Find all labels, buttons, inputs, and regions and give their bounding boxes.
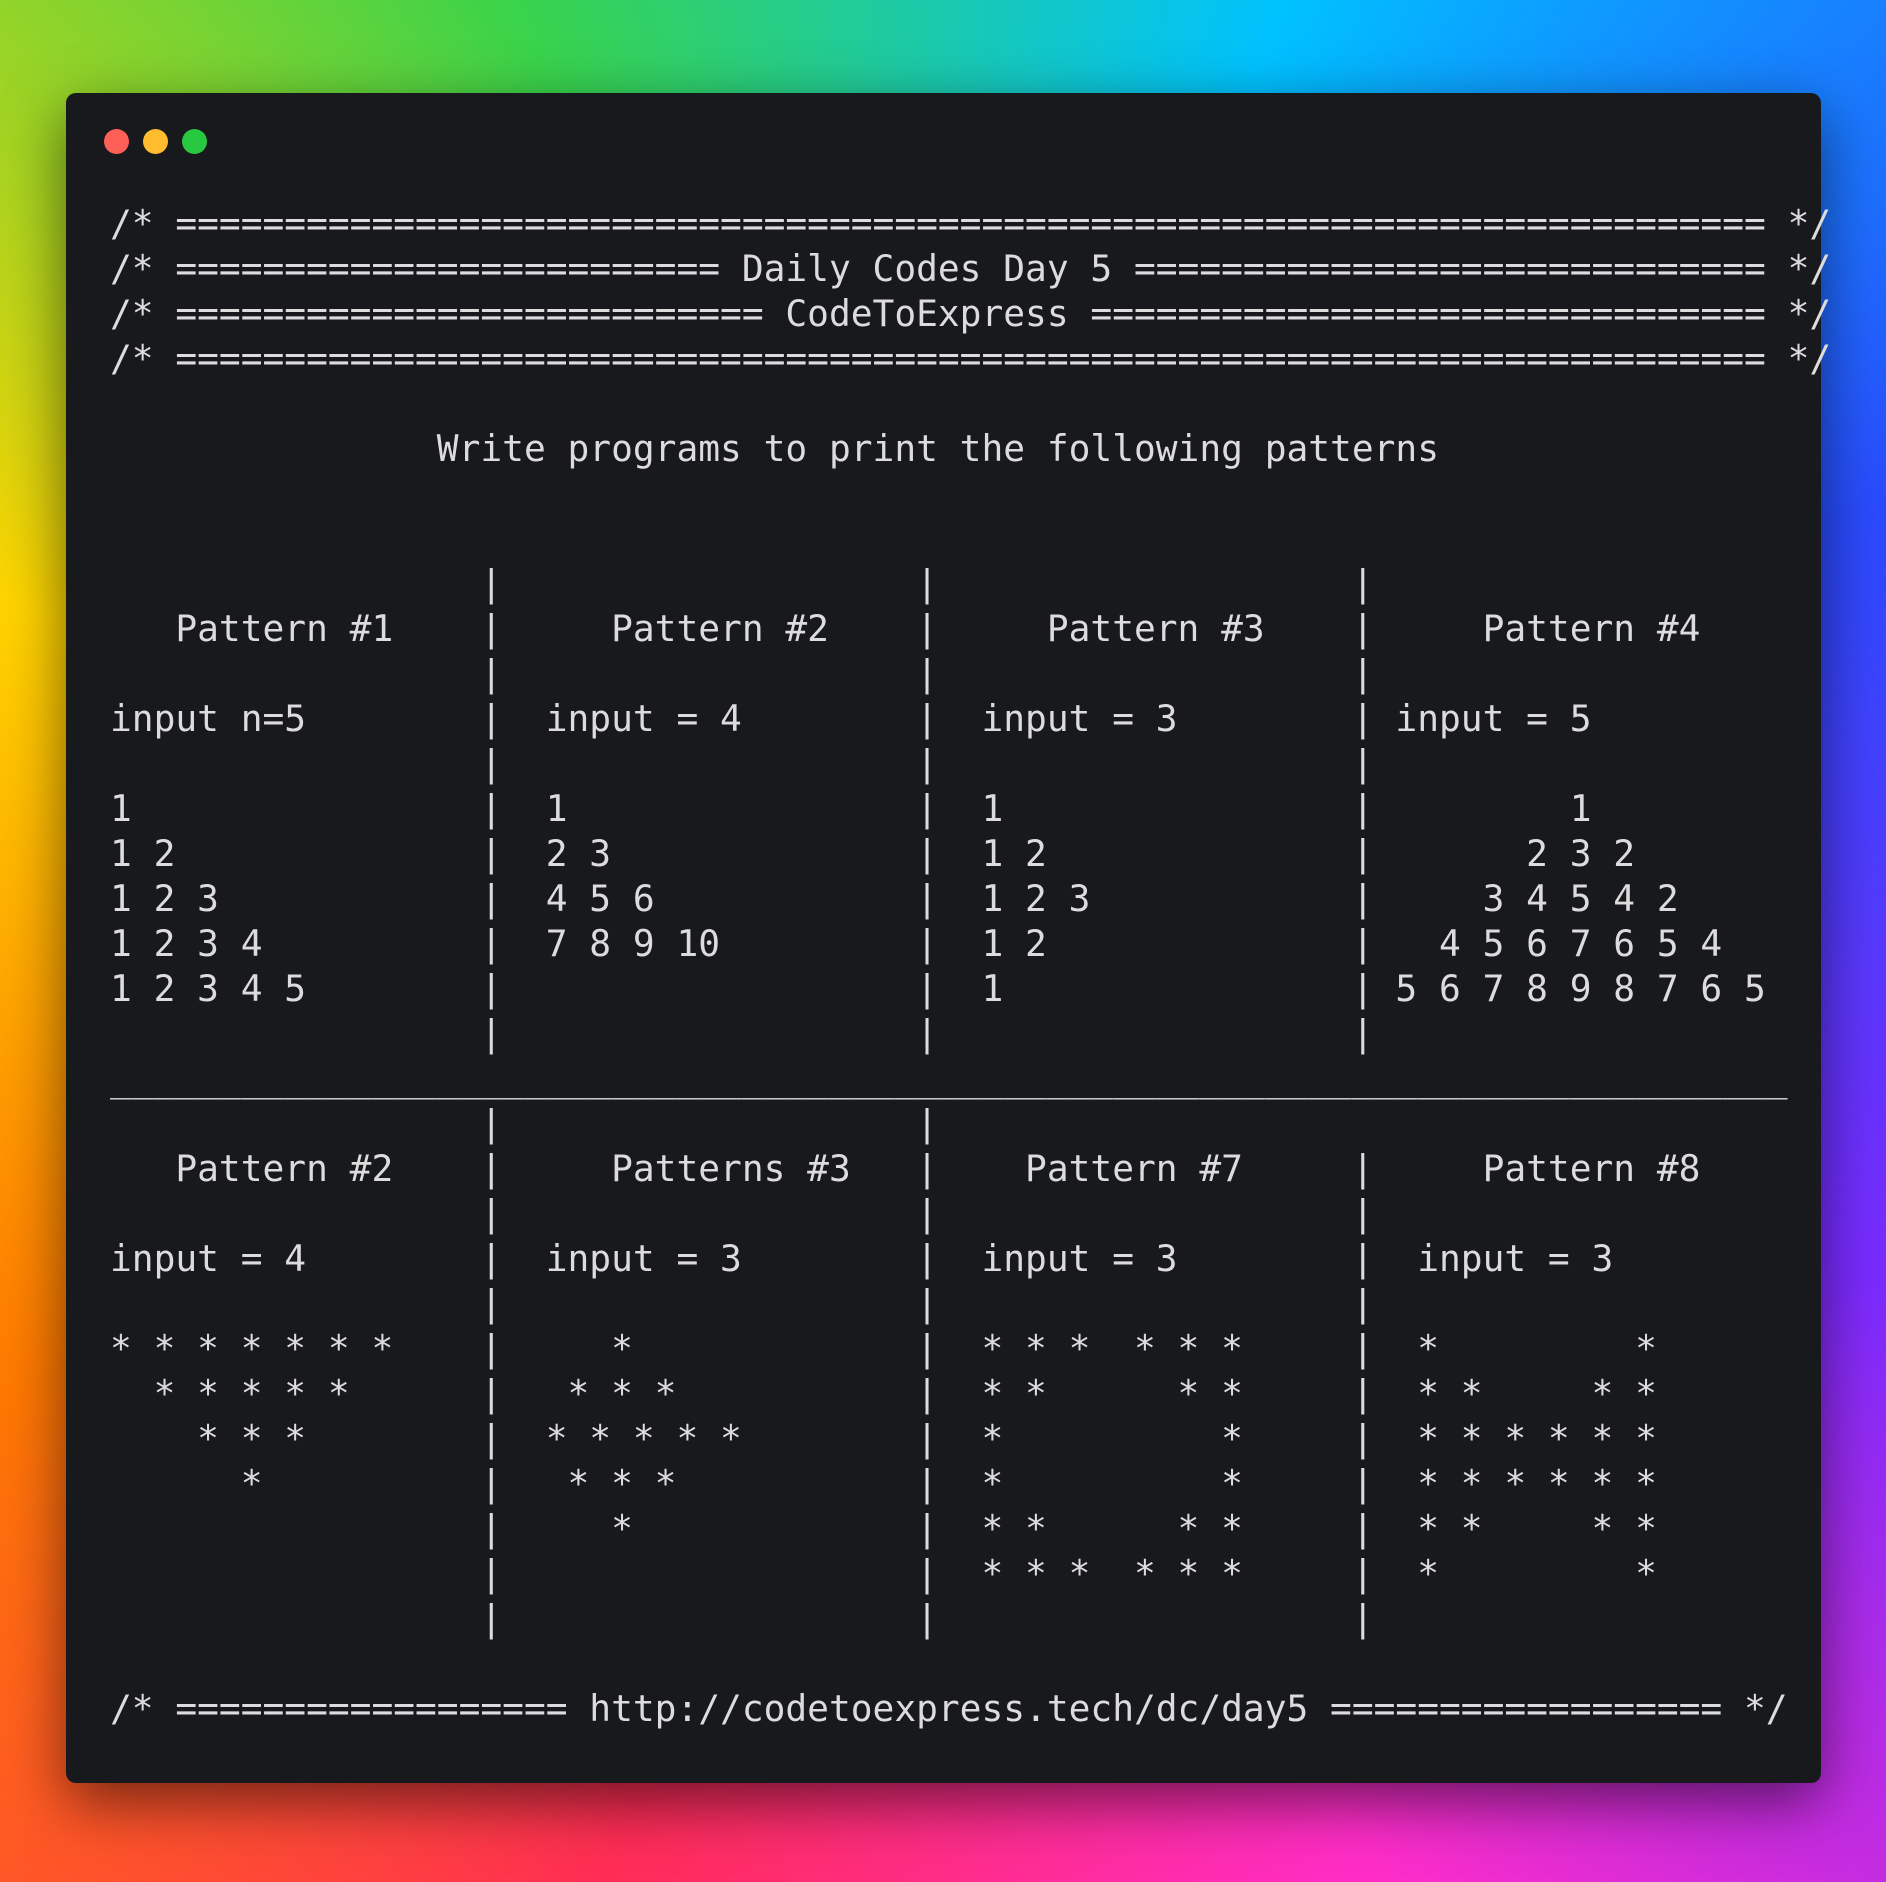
close-button[interactable]: [104, 129, 129, 154]
code-line: input n=5 | input = 4 | input = 3 | inpu…: [110, 697, 1592, 740]
code-line: | | * * * * * * | * *: [110, 1552, 1657, 1595]
code-line: * | * * * | * * | * * * * * *: [110, 1462, 1657, 1505]
code-line: ________________________________________…: [110, 1057, 1788, 1100]
code-line: * * * | * * * * * | * * | * * * * * *: [110, 1417, 1657, 1460]
code-line: * * * * * | * * * | * * * * | * * * *: [110, 1372, 1657, 1415]
code-line: 1 2 | 2 3 | 1 2 | 2 3 2: [110, 832, 1636, 875]
code-line: 1 2 3 | 4 5 6 | 1 2 3 | 3 4 5 4 2: [110, 877, 1679, 920]
code-line: * * * * * * * | * | * * * * * * | * *: [110, 1327, 1657, 1370]
code-line: /* ========================= Daily Codes…: [110, 247, 1832, 290]
code-line: | |: [110, 1102, 1352, 1145]
code-window: /* =====================================…: [66, 93, 1831, 1783]
code-line: /* =====================================…: [110, 202, 1832, 245]
code-line: | | |: [110, 1597, 1374, 1640]
code-block: /* =====================================…: [110, 201, 1831, 1731]
minimize-button[interactable]: [143, 129, 168, 154]
code-line: | | |: [110, 652, 1374, 695]
code-line: | | |: [110, 562, 1374, 605]
code-line: | | |: [110, 1282, 1374, 1325]
code-line: /* =========================== CodeToExp…: [110, 292, 1832, 335]
code-line: 1 2 3 4 5 | | 1 | 5 6 7 8 9 8 7 6 5: [110, 967, 1766, 1010]
code-line: | | |: [110, 1192, 1374, 1235]
code-line: | | |: [110, 742, 1374, 785]
window-controls: [104, 129, 207, 154]
code-line: Write programs to print the following pa…: [110, 427, 1439, 470]
code-line: /* ================== http://codetoexpre…: [110, 1687, 1788, 1730]
code-line: 1 | 1 | 1 | 1: [110, 787, 1592, 830]
code-line: input = 4 | input = 3 | input = 3 | inpu…: [110, 1237, 1614, 1280]
code-line: | | |: [110, 1012, 1374, 1055]
code-line: /* =====================================…: [110, 337, 1832, 380]
maximize-button[interactable]: [182, 129, 207, 154]
code-line: Pattern #2 | Patterns #3 | Pattern #7 | …: [110, 1147, 1701, 1190]
code-line: | * | * * * * | * * * *: [110, 1507, 1657, 1550]
code-line: Pattern #1 | Pattern #2 | Pattern #3 | P…: [110, 607, 1701, 650]
code-line: 1 2 3 4 | 7 8 9 10 | 1 2 | 4 5 6 7 6 5 4: [110, 922, 1723, 965]
